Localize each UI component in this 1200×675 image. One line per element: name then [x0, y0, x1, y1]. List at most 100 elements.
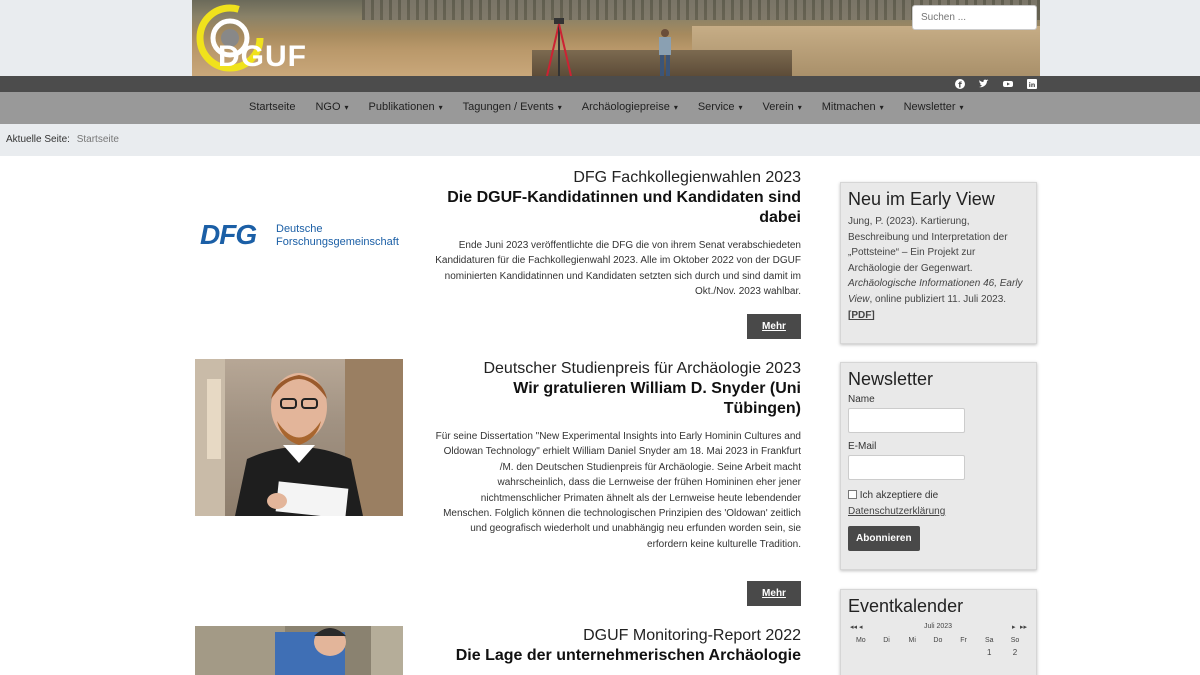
nav-item-archäologiepreise[interactable]: Archäologiepreise ▾ — [582, 92, 678, 124]
article-teaser: Für seine Dissertation "New Experimental… — [435, 431, 801, 550]
more-button[interactable]: Mehr — [747, 314, 801, 339]
privacy-link[interactable]: Datenschutzerklärung — [848, 506, 945, 517]
calendar-weekday: Do — [933, 637, 943, 644]
early-view-widget: Neu im Early View Jung, P. (2023). Karti… — [840, 182, 1037, 344]
article-studienpreis: Deutscher Studienpreis für Archäologie 2… — [195, 359, 801, 607]
more-button[interactable]: Mehr — [747, 581, 801, 606]
nav-item-label: Tagungen / Events — [462, 101, 554, 113]
calendar-day — [925, 648, 951, 657]
svg-text:in: in — [1029, 81, 1036, 89]
name-label: Name — [848, 394, 875, 405]
consent-checkbox[interactable] — [848, 490, 857, 499]
portrait-illustration — [195, 359, 403, 516]
newsletter-widget: Newsletter Name E-Mail Ich akzeptiere di… — [840, 362, 1037, 570]
email-label: E-Mail — [848, 441, 877, 452]
nav-item-publikationen[interactable]: Publikationen ▾ — [369, 92, 443, 124]
nav-item-mitmachen[interactable]: Mitmachen ▾ — [822, 92, 884, 124]
calendar-month: Juli 2023 — [924, 623, 953, 630]
dfg-name: Deutsche Forschungsgemeinschaft — [276, 223, 399, 249]
article-title[interactable]: Die DGUF-Kandidatinnen und Kandidaten si… — [435, 188, 801, 228]
breadcrumb: Aktuelle Seite: Startseite — [6, 134, 119, 145]
article-body: DGUF Monitoring-Report 2022 Die Lage der… — [435, 626, 801, 666]
article-image-portrait[interactable] — [195, 359, 403, 516]
chevron-down-icon: ▾ — [879, 103, 884, 112]
excavation-illustration — [195, 626, 403, 675]
nav-item-service[interactable]: Service ▾ — [698, 92, 743, 124]
article-title[interactable]: Die Lage der unternehmerischen Archäolog… — [435, 646, 801, 666]
dfg-name-line1: Deutsche — [276, 223, 323, 235]
calendar-weekday: Mi — [908, 637, 916, 644]
calendar-header: ◂◂ ◂ Juli 2023 ▸ ▸▸ — [848, 621, 1029, 635]
breadcrumb-prefix: Aktuelle Seite: — [6, 134, 70, 145]
calendar-weekday: Di — [883, 637, 890, 644]
calendar-day — [874, 648, 900, 657]
youtube-icon[interactable] — [1003, 79, 1013, 89]
article-kicker[interactable]: DGUF Monitoring-Report 2022 — [435, 626, 801, 646]
logo-text[interactable]: DGUF — [218, 40, 307, 74]
nav-item-ngo[interactable]: NGO ▾ — [315, 92, 348, 124]
calendar-day — [899, 648, 925, 657]
calendar-weekday: So — [1010, 637, 1020, 644]
main-navigation: Startseite NGO ▾ Publikationen ▾ Tagungen / E… — [0, 92, 1200, 124]
nav-item-label: Verein — [762, 101, 794, 113]
email-field[interactable] — [848, 455, 965, 480]
consent-text: Ich akzeptiere die — [859, 490, 939, 501]
nav-item-label: Service — [697, 101, 735, 113]
person-illustration — [659, 29, 671, 76]
name-field[interactable] — [848, 408, 965, 433]
calendar-next-year[interactable]: ▸▸ — [1020, 623, 1027, 631]
submit-row: Abonnieren — [848, 526, 1029, 551]
nav-item-startseite[interactable]: Startseite — [249, 92, 295, 124]
calendar-next[interactable]: ▸ — [1012, 623, 1016, 631]
article-body: DFG Fachkollegienwahlen 2023 Die DGUF-Ka… — [435, 168, 801, 300]
calendar-day[interactable]: 1 — [976, 648, 1002, 657]
article-body: Deutscher Studienpreis für Archäologie 2… — [435, 359, 801, 552]
chevron-down-icon: ▾ — [438, 103, 443, 112]
chevron-down-icon: ▾ — [557, 103, 562, 112]
calendar-prev-year[interactable]: ◂◂ — [850, 623, 857, 631]
tripod-illustration — [546, 18, 572, 76]
chevron-down-icon: ▾ — [797, 103, 802, 112]
article-title[interactable]: Wir gratulieren William D. Snyder (Uni T… — [435, 379, 801, 419]
svg-text:f: f — [958, 81, 962, 90]
nav-item-label: Archäologiepreise — [581, 101, 670, 113]
search-input[interactable] — [912, 5, 1037, 30]
chevron-down-icon: ▾ — [673, 103, 678, 112]
social-bar: f in — [0, 76, 1200, 92]
article-image-excavation[interactable] — [195, 626, 403, 675]
nav-item-label: Mitmachen — [821, 101, 876, 113]
article-kicker[interactable]: DFG Fachkollegienwahlen 2023 — [435, 168, 801, 188]
breadcrumb-current[interactable]: Startseite — [77, 134, 119, 145]
calendar-weekday: Sa — [985, 637, 994, 644]
nav-item-newsletter[interactable]: Newsletter ▾ — [904, 92, 964, 124]
article-monitoring: DGUF Monitoring-Report 2022 Die Lage der… — [195, 626, 801, 675]
nav-item-tagungen-events[interactable]: Tagungen / Events ▾ — [463, 92, 562, 124]
calendar-prev[interactable]: ◂ — [859, 623, 863, 631]
article-dfg: DFG Deutsche Forschungsgemeinschaft DFG … — [195, 168, 801, 340]
dfg-name-line2: Forschungsgemeinschaft — [276, 236, 399, 248]
twitter-icon[interactable] — [979, 79, 989, 89]
nav-item-label: Startseite — [249, 101, 296, 113]
early-view-published: , online publiziert 11. Juli 2023. — [869, 293, 1007, 305]
nav-item-verein[interactable]: Verein ▾ — [763, 92, 802, 124]
article-image-dfg[interactable]: DFG Deutsche Forschungsgemeinschaft — [195, 168, 403, 308]
event-calendar-widget: Eventkalender ◂◂ ◂ Juli 2023 ▸ ▸▸ Mo Di Mi… — [840, 589, 1037, 675]
facebook-icon[interactable]: f — [955, 79, 965, 89]
calendar-day[interactable]: 2 — [1002, 648, 1028, 657]
dfg-abbr: DFG — [200, 219, 257, 250]
newsletter-title: Newsletter — [848, 369, 934, 389]
subscribe-button[interactable]: Abonnieren — [848, 526, 920, 551]
calendar-weekday: Mo — [855, 637, 866, 644]
early-view-title: Neu im Early View — [848, 189, 995, 209]
nav-item-label: NGO — [315, 101, 341, 113]
pdf-link[interactable]: [PDF] — [848, 310, 875, 321]
chevron-down-icon: ▾ — [959, 103, 964, 112]
chevron-down-icon: ▾ — [738, 103, 743, 112]
calendar-day — [848, 648, 874, 657]
article-teaser: Ende Juni 2023 veröffentlichte die DFG d… — [435, 240, 801, 298]
nav-item-label: Newsletter — [903, 101, 956, 113]
calendar-day — [951, 648, 977, 657]
early-view-text: Jung, P. (2023). Kartierung, Beschreibun… — [848, 214, 1029, 323]
linkedin-icon[interactable]: in — [1027, 79, 1037, 89]
article-kicker[interactable]: Deutscher Studienpreis für Archäologie 2… — [435, 359, 801, 379]
